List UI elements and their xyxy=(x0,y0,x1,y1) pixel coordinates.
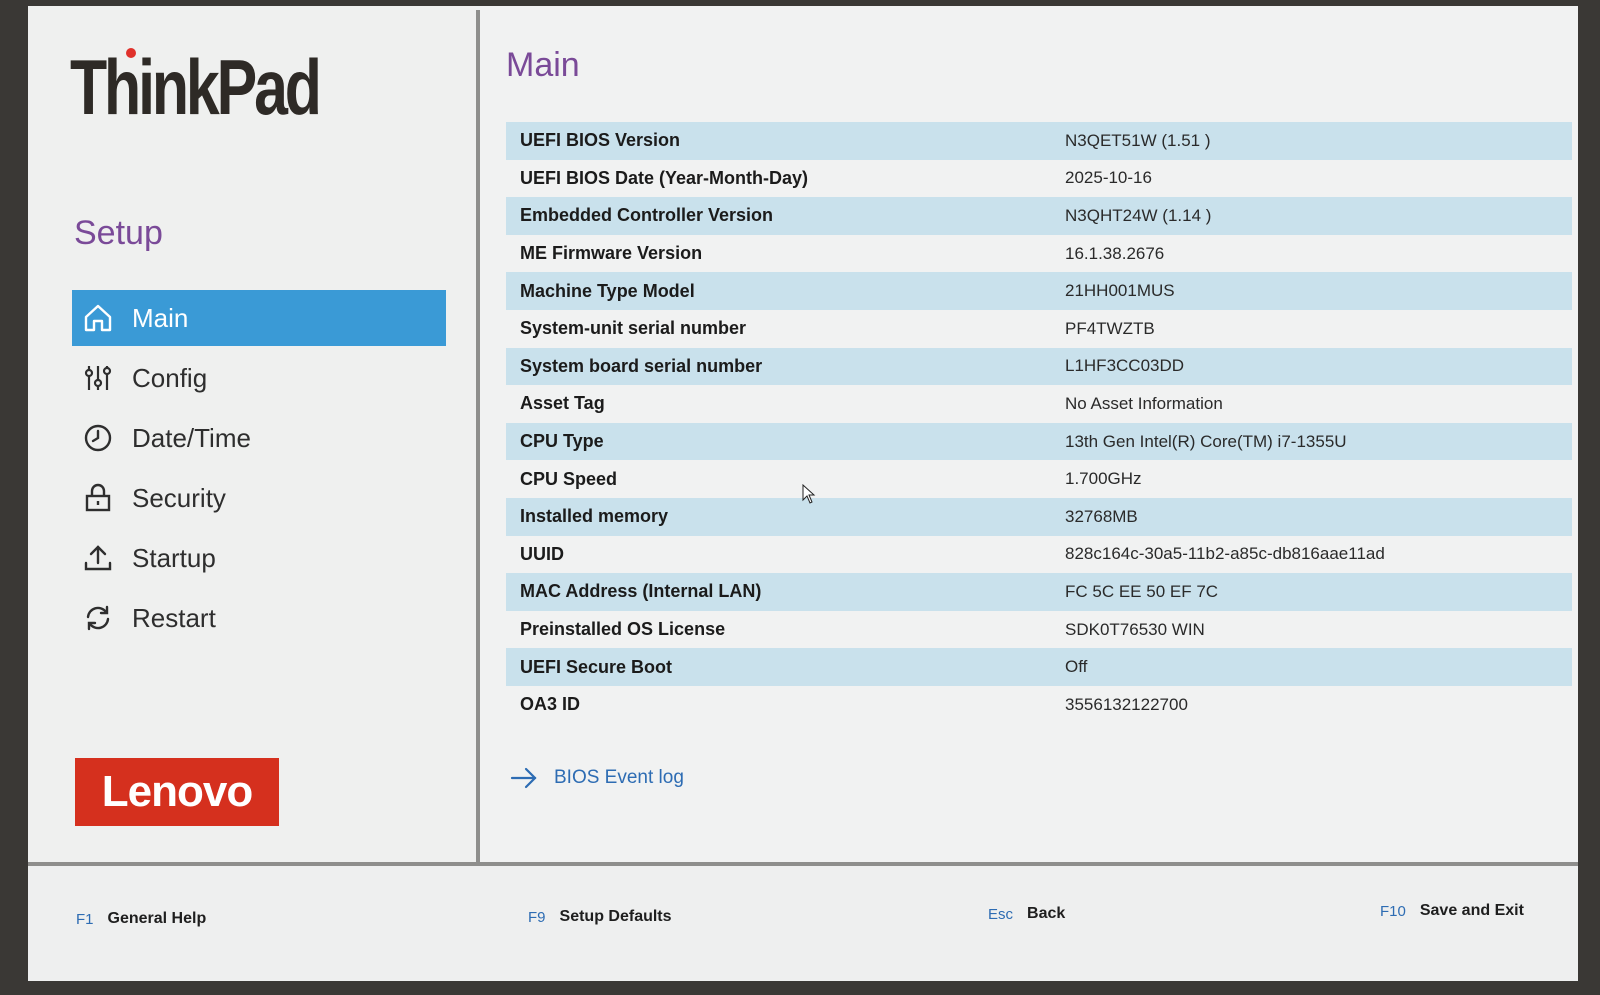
setup-title: Setup xyxy=(74,214,163,252)
info-row-uefi-bios-version: UEFI BIOS Version N3QET51W (1.51 ) xyxy=(506,122,1572,160)
upload-icon xyxy=(82,542,114,574)
sidebar: ThinkPad Setup Main Config Date/Time Sec… xyxy=(28,6,476,862)
system-info-table: UEFI BIOS Version N3QET51W (1.51 ) UEFI B… xyxy=(506,122,1572,724)
key-action: Save and Exit xyxy=(1419,902,1524,919)
info-label: OA3 ID xyxy=(520,694,581,715)
info-label: MAC Address (Internal LAN) xyxy=(520,581,762,602)
info-row-asset-tag: Asset Tag No Asset Information xyxy=(506,385,1572,423)
key-action: General Help xyxy=(107,910,207,927)
info-row-secure-boot: UEFI Secure Boot Off xyxy=(506,648,1572,686)
info-value: 16.1.38.2676 xyxy=(1065,243,1165,263)
info-row-cpu-type: CPU Type 13th Gen Intel(R) Core(TM) i7-13… xyxy=(506,422,1572,461)
key-action: Back xyxy=(1027,905,1066,922)
info-value: SDK0T76530 WIN xyxy=(1065,619,1205,639)
info-label: System board serial number xyxy=(520,355,763,376)
info-row-embedded-controller-version: Embedded Controller Version N3QHT24W (1.1… xyxy=(506,197,1572,235)
info-value: 21HH001MUS xyxy=(1065,281,1175,301)
info-value: 32768MB xyxy=(1065,506,1138,526)
footer-key-save-exit[interactable]: F10 Save and Exit xyxy=(1380,902,1524,920)
info-row-uuid: UUID 828c164c-30a5-11b2-a85c-db816aae11ad xyxy=(506,536,1572,574)
info-value: 2025-10-16 xyxy=(1065,168,1152,188)
info-label: UUID xyxy=(520,543,564,564)
info-value: N3QET51W (1.51 ) xyxy=(1065,130,1211,150)
home-icon xyxy=(82,302,114,334)
sidebar-item-label: Restart xyxy=(132,602,216,633)
sidebar-item-security[interactable]: Security xyxy=(72,470,446,526)
sidebar-item-main[interactable]: Main xyxy=(72,290,446,346)
lock-icon xyxy=(82,482,114,514)
clock-icon xyxy=(82,422,114,454)
info-row-mac-address: MAC Address (Internal LAN) FC 5C EE 50 EF… xyxy=(506,573,1572,611)
main-panel: Main UEFI BIOS Version N3QET51W (1.51 ) U… xyxy=(480,6,1578,862)
info-label: System-unit serial number xyxy=(520,318,747,339)
sidebar-item-label: Config xyxy=(132,362,208,393)
refresh-icon xyxy=(82,602,114,634)
sidebar-item-restart[interactable]: Restart xyxy=(72,590,446,646)
thinkpad-logo-dot xyxy=(126,48,136,58)
footer-keybar: F1 General Help F9 Setup Defaults Esc Ba… xyxy=(28,866,1578,981)
sidebar-item-label: Main xyxy=(132,302,189,333)
info-label: UEFI Secure Boot xyxy=(520,656,673,677)
footer-key-setup-defaults[interactable]: F9 Setup Defaults xyxy=(528,908,672,926)
info-label: Installed memory xyxy=(520,506,669,527)
sidebar-item-label: Security xyxy=(132,482,226,513)
info-label: Preinstalled OS License xyxy=(520,619,726,640)
key-label: F1 xyxy=(76,910,94,928)
lenovo-logo: Lenovo xyxy=(75,758,279,826)
footer-key-back[interactable]: Esc Back xyxy=(988,905,1065,923)
info-row-me-firmware-version: ME Firmware Version 16.1.38.2676 xyxy=(506,235,1572,273)
sliders-icon xyxy=(82,362,114,394)
info-label: CPU Speed xyxy=(520,468,618,489)
sidebar-item-config[interactable]: Config xyxy=(72,350,446,406)
sidebar-item-startup[interactable]: Startup xyxy=(72,530,446,586)
info-row-system-unit-serial: System-unit serial number PF4TWZTB xyxy=(506,310,1572,348)
info-value: 1.700GHz xyxy=(1065,469,1142,489)
info-row-system-board-serial: System board serial number L1HF3CC03DD xyxy=(506,347,1572,386)
info-row-installed-memory: Installed memory 32768MB xyxy=(506,497,1572,536)
info-label: Embedded Controller Version xyxy=(520,205,774,226)
info-value: L1HF3CC03DD xyxy=(1065,356,1185,376)
info-label: ME Firmware Version xyxy=(520,243,703,264)
info-label: CPU Type xyxy=(520,431,604,452)
page-title: Main xyxy=(506,46,580,84)
info-row-machine-type-model: Machine Type Model 21HH001MUS xyxy=(506,272,1572,310)
sidebar-item-date-time[interactable]: Date/Time xyxy=(72,410,446,466)
info-value: 828c164c-30a5-11b2-a85c-db816aae11ad xyxy=(1065,544,1385,564)
bios-event-log-label: BIOS Event log xyxy=(554,767,684,788)
key-label: F10 xyxy=(1380,902,1406,920)
info-value: 3556132122700 xyxy=(1065,694,1188,714)
bios-event-log-link[interactable]: BIOS Event log xyxy=(510,766,684,790)
info-value: N3QHT24W (1.14 ) xyxy=(1065,205,1212,225)
key-label: F9 xyxy=(528,908,546,926)
info-value: PF4TWZTB xyxy=(1065,318,1155,338)
key-label: Esc xyxy=(988,905,1014,923)
info-label: Asset Tag xyxy=(520,393,605,414)
mouse-cursor-icon xyxy=(802,484,816,504)
info-row-uefi-bios-date: UEFI BIOS Date (Year-Month-Day) 2025-10-1… xyxy=(506,160,1572,198)
info-value: 13th Gen Intel(R) Core(TM) i7-1355U xyxy=(1065,431,1347,451)
sidebar-nav: Main Config Date/Time Security Startup R… xyxy=(72,290,446,650)
sidebar-item-label: Date/Time xyxy=(132,422,251,453)
arrow-right-icon xyxy=(510,767,537,789)
info-row-cpu-speed: CPU Speed 1.700GHz xyxy=(506,460,1572,498)
info-value: No Asset Information xyxy=(1065,393,1223,413)
sidebar-item-label: Startup xyxy=(132,542,216,573)
thinkpad-logo: ThinkPad xyxy=(70,43,322,131)
info-label: UEFI BIOS Version xyxy=(520,130,681,151)
info-row-os-license: Preinstalled OS License SDK0T76530 WIN xyxy=(506,611,1572,649)
footer-key-help[interactable]: F1 General Help xyxy=(76,910,206,928)
info-value: FC 5C EE 50 EF 7C xyxy=(1065,581,1219,601)
key-action: Setup Defaults xyxy=(559,908,672,925)
bios-screen: ThinkPad Setup Main Config Date/Time Sec… xyxy=(28,6,1578,981)
info-value: Off xyxy=(1065,657,1088,677)
info-label: UEFI BIOS Date (Year-Month-Day) xyxy=(520,167,809,188)
info-row-oa3-id: OA3 ID 3556132122700 xyxy=(506,686,1572,724)
info-label: Machine Type Model xyxy=(520,280,695,301)
